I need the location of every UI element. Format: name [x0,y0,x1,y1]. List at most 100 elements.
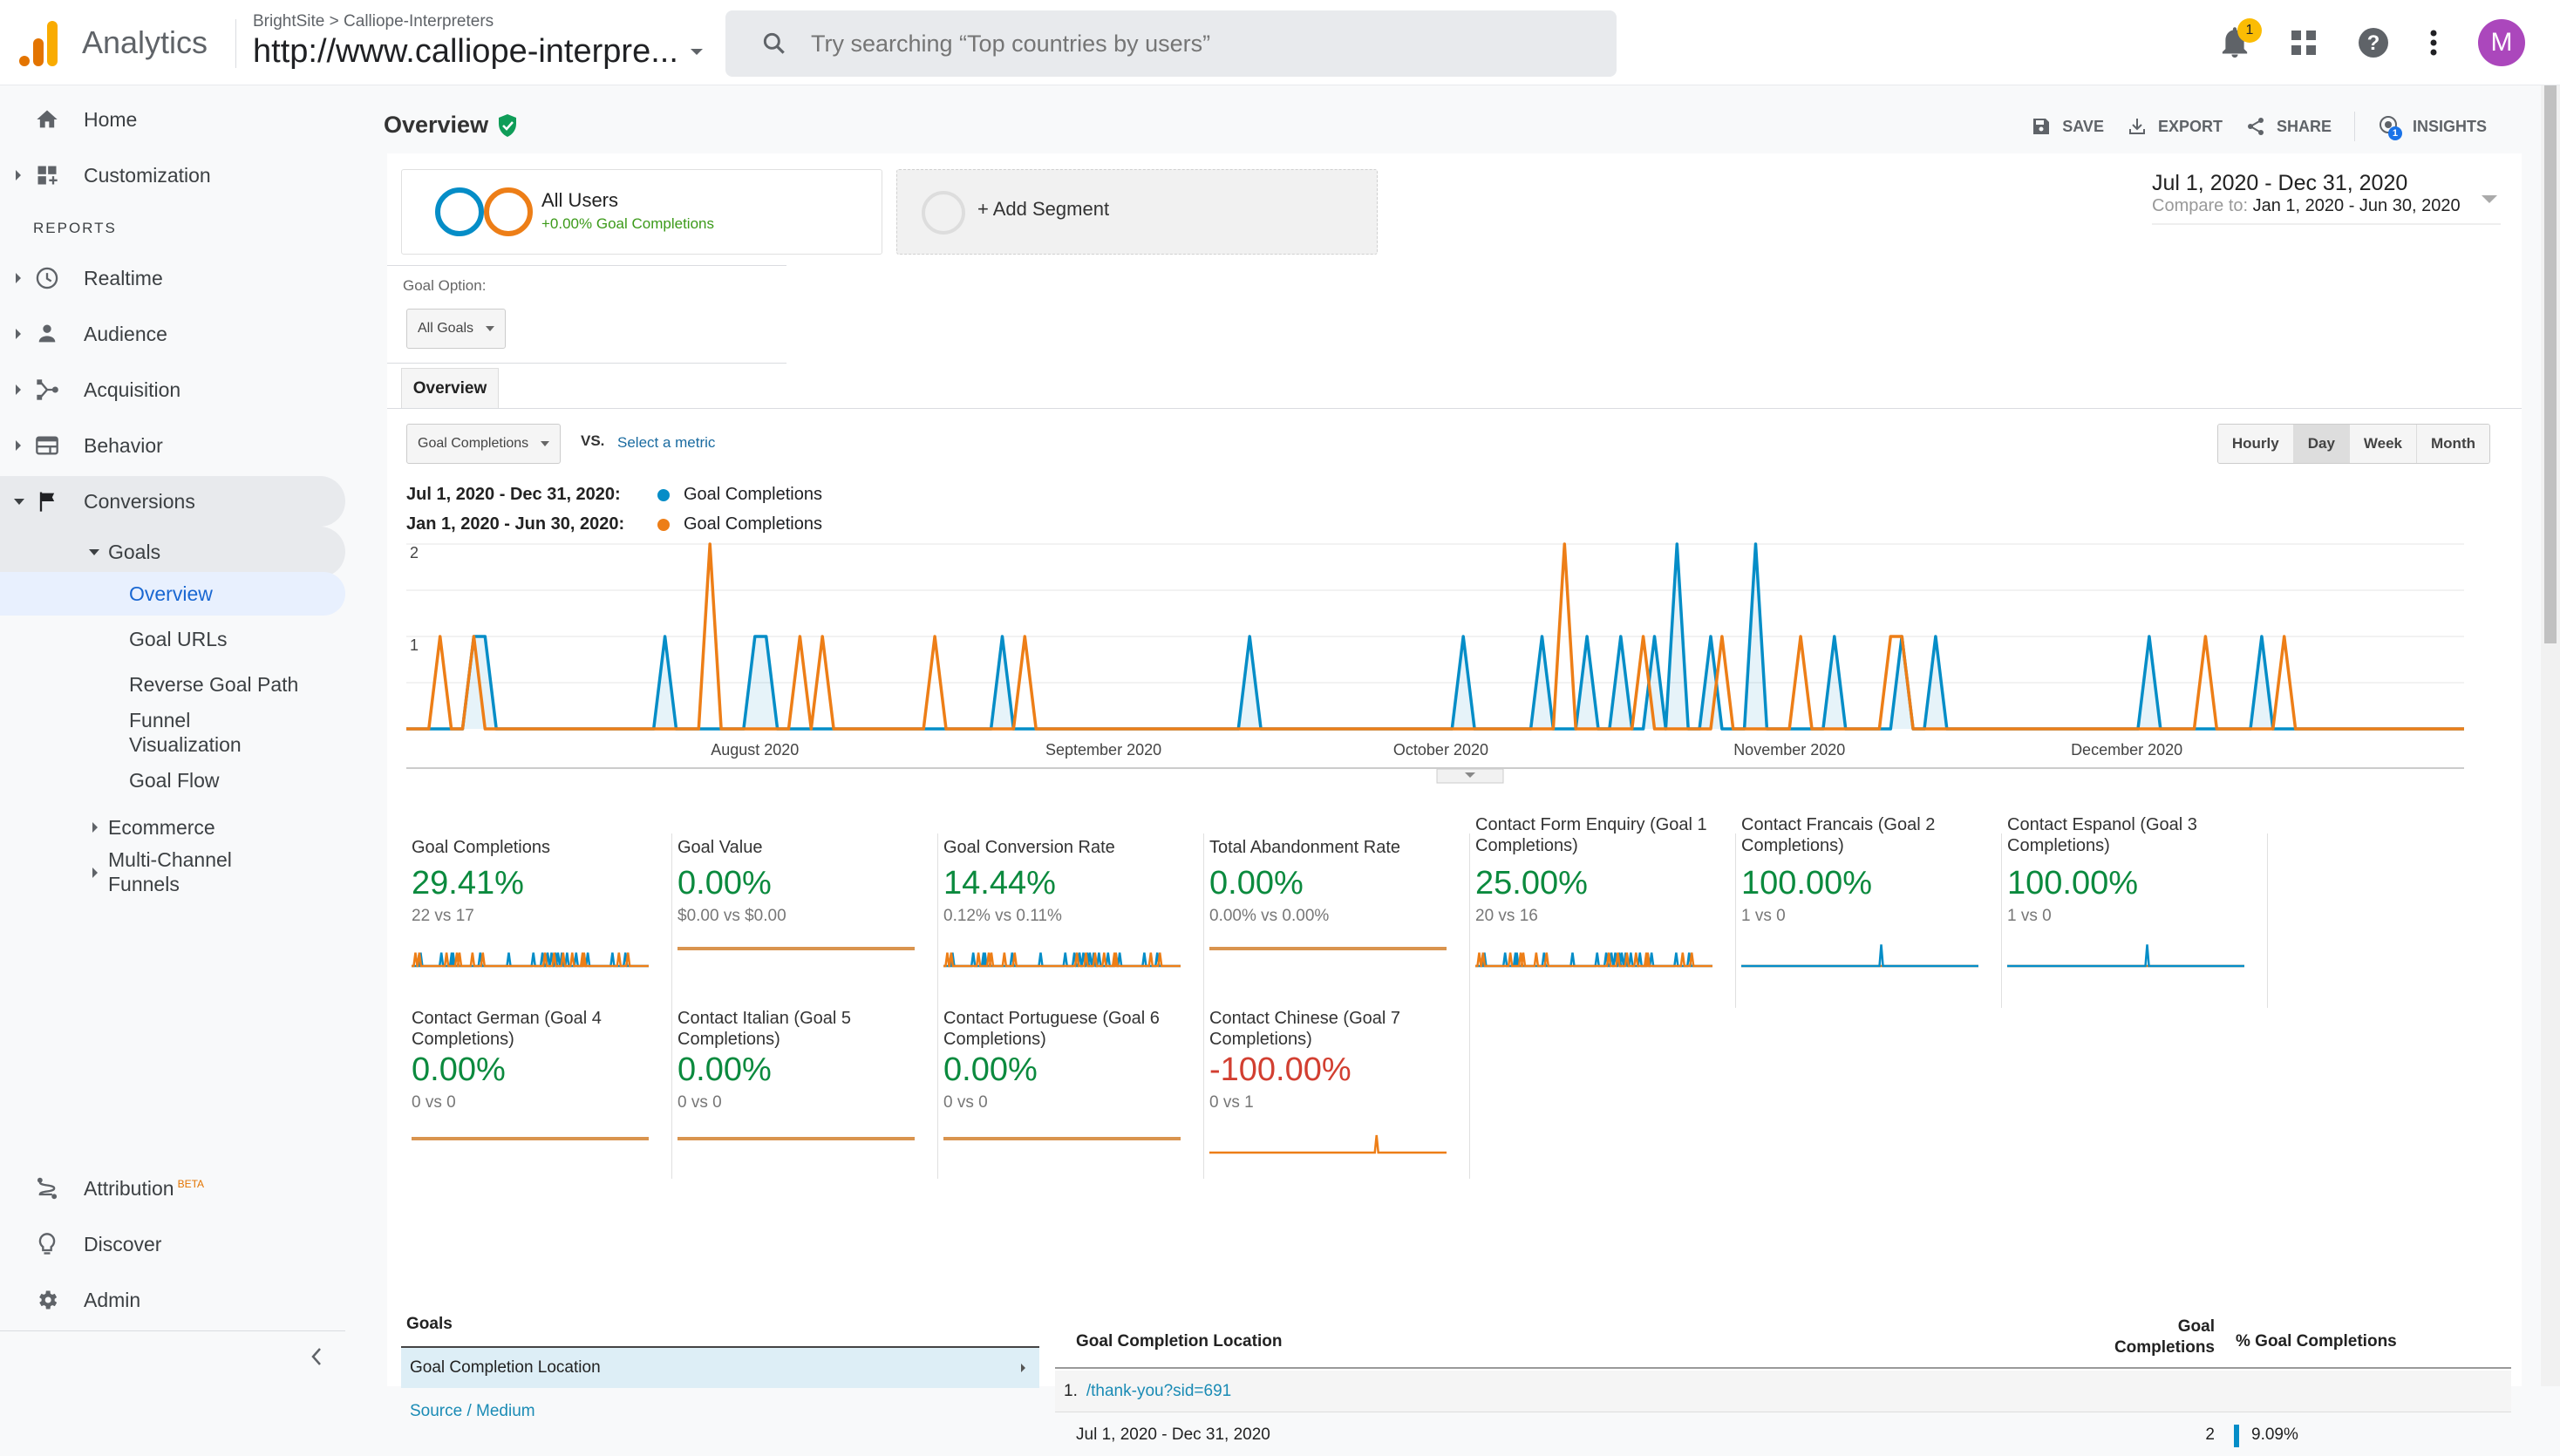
metric-select-value: Goal Completions [418,436,529,451]
column-header-location[interactable]: Goal Completion Location [1076,1332,1282,1351]
page-scrollbar[interactable] [2541,85,2560,1386]
search-input[interactable] [809,29,1507,58]
sidebar-item-label: Behavior [84,433,163,457]
empty-segment-circle-icon [922,191,965,235]
share-button[interactable]: SHARE [2245,116,2332,137]
help-icon[interactable]: ? [2358,27,2389,58]
scorecard[interactable]: Contact Form Enquiry (Goal 1 Completions… [1470,815,1736,1008]
sidebar-item-goals-overview[interactable]: Overview [0,572,345,616]
column-header-completions[interactable]: Goal Completions [2110,1317,2215,1358]
property-selector[interactable]: http://www.calliope-interpre... [253,33,703,71]
segment-circle-previous-icon [484,187,533,236]
sidebar-item-realtime[interactable]: Realtime [0,253,345,303]
metric-select[interactable]: Goal Completions [406,424,562,464]
save-button[interactable]: SAVE [2031,116,2104,137]
sidebar-item-discover[interactable]: Discover [0,1219,345,1269]
person-icon [38,324,56,343]
add-segment-label: + Add Segment [977,198,1110,220]
sidebar-item-label: Overview [129,582,213,605]
collapse-arrow-icon [89,548,99,555]
scorecard-title: Goal Value [677,838,763,857]
scorecard[interactable]: Total Abandonment Rate 0.00% 0.00% vs 0.00… [1204,833,1470,1008]
expand-arrow-icon [92,867,98,878]
scorecard[interactable]: Contact Italian (Goal 5 Completions) 0.00… [672,1004,938,1179]
scorecard[interactable]: Goal Value 0.00% $0.00 vs $0.00 [672,833,938,1008]
scorecard[interactable]: Goal Completions 29.41% 22 vs 17 [406,833,672,1008]
goal-option-label: Goal Option: [403,277,487,294]
divider [387,408,2522,409]
granularity-hourly[interactable]: Hourly [2217,425,2294,463]
sidebar-item-goals[interactable]: Goals [0,527,345,577]
collapse-sidebar-icon[interactable] [310,1346,323,1367]
x-tick-label: November 2020 [1733,741,1845,759]
y-tick-label: 2 [410,544,419,561]
scorecard[interactable]: Contact Portuguese (Goal 6 Completions) 0… [938,1004,1204,1179]
sidebar-item-ecommerce[interactable]: Ecommerce [0,807,345,847]
scorecard-value: 100.00% [1741,865,1873,901]
scorecard-sparkline [1741,944,1978,968]
account-breadcrumb[interactable]: BrightSite > Calliope-Interpreters [253,12,494,31]
sidebar-item-attribution[interactable]: Attribution BETA [0,1163,345,1214]
source-medium-link[interactable]: Source / Medium [410,1402,535,1421]
legend-previous: Jan 1, 2020 - Jun 30, 2020: Goal Complet… [406,514,822,534]
divider [2353,112,2355,141]
goal-completions-chart[interactable]: 1 2 August 2020 September 2020 October 2020 N… [406,537,2482,790]
chevron-down-icon [541,441,550,446]
scorecard[interactable]: Contact Francais (Goal 2 Completions) 100… [1736,815,2002,1008]
legend-current: Jul 1, 2020 - Dec 31, 2020: Goal Complet… [406,485,822,505]
insights-button[interactable]: 1 INSIGHTS [2378,114,2487,140]
select-metric-link[interactable]: Select a metric [617,434,715,452]
sidebar-item-label: Goals [108,540,161,563]
scorecard-compare: 0.12% vs 0.11% [943,907,1062,925]
segment-all-users[interactable]: All Users +0.00% Goal Completions [401,169,882,255]
granularity-week[interactable]: Week [2349,425,2418,463]
column-header-percent[interactable]: % Goal Completions [2236,1332,2397,1351]
sidebar-item-goal-urls[interactable]: Goal URLs [0,619,345,659]
row-location-link[interactable]: /thank-you?sid=691 [1086,1382,1231,1401]
scorecard-title: Total Abandonment Rate [1209,838,1401,857]
legend-label: Goal Completions [684,514,822,534]
sidebar-item-admin[interactable]: Admin [0,1275,345,1325]
sidebar-item-funnel-visualization[interactable]: Funnel Visualization [0,706,345,760]
sidebar-item-home[interactable]: Home [0,94,345,145]
x-tick-label: September 2020 [1045,741,1161,759]
more-vert-icon[interactable] [2429,29,2438,57]
scorecard-compare: 0 vs 0 [943,1093,988,1112]
scrollbar-thumb[interactable] [2544,85,2557,643]
granularity-month[interactable]: Month [2417,425,2489,463]
scorecard[interactable]: Contact Espanol (Goal 3 Completions) 100.… [2002,815,2268,1008]
sidebar-item-customization[interactable]: Customization [0,150,345,201]
chevron-down-icon [690,49,703,55]
analytics-logo-icon[interactable] [19,21,58,66]
sidebar-item-conversions[interactable]: Conversions [0,476,345,527]
apps-grid-icon[interactable] [2290,29,2318,57]
chevron-down-icon [2482,195,2497,203]
avatar[interactable]: M [2478,19,2525,66]
add-segment-button[interactable]: + Add Segment [896,169,1378,255]
sidebar-item-reverse-goal-path[interactable]: Reverse Goal Path [0,664,345,704]
goal-option-select[interactable]: All Goals [406,309,507,349]
flag-icon [39,492,55,512]
gear-icon [39,1290,58,1310]
sidebar-item-acquisition[interactable]: Acquisition [0,364,345,415]
sidebar-item-audience[interactable]: Audience [0,309,345,359]
percent-bar [2234,1425,2239,1447]
segment-title: All Users [541,189,619,211]
date-range-picker[interactable]: Jul 1, 2020 - Dec 31, 2020 Compare to: J… [2152,171,2501,225]
sidebar-item-multi-channel-funnels[interactable]: Multi-Channel Funnels [0,846,345,900]
export-label: EXPORT [2157,117,2223,135]
goals-dimension-selected[interactable]: Goal Completion Location [401,1346,1039,1388]
scorecard[interactable]: Contact Chinese (Goal 7 Completions) -100… [1204,1004,1470,1179]
sidebar-item-behavior[interactable]: Behavior [0,420,345,471]
scorecard[interactable]: Contact German (Goal 4 Completions) 0.00%… [406,1004,672,1179]
export-button[interactable]: EXPORT [2127,116,2223,137]
sidebar-item-goal-flow[interactable]: Goal Flow [0,760,345,800]
attribution-icon [37,1177,58,1200]
dashboard-customize-icon [37,166,58,185]
granularity-day[interactable]: Day [2293,425,2350,463]
sidebar-item-label: Discover [84,1232,162,1255]
tab-overview[interactable]: Overview [401,368,499,408]
notifications-button[interactable]: 1 [2220,18,2262,60]
scorecard[interactable]: Goal Conversion Rate 14.44% 0.12% vs 0.11% [938,833,1204,1008]
search-bar[interactable] [725,10,1617,77]
